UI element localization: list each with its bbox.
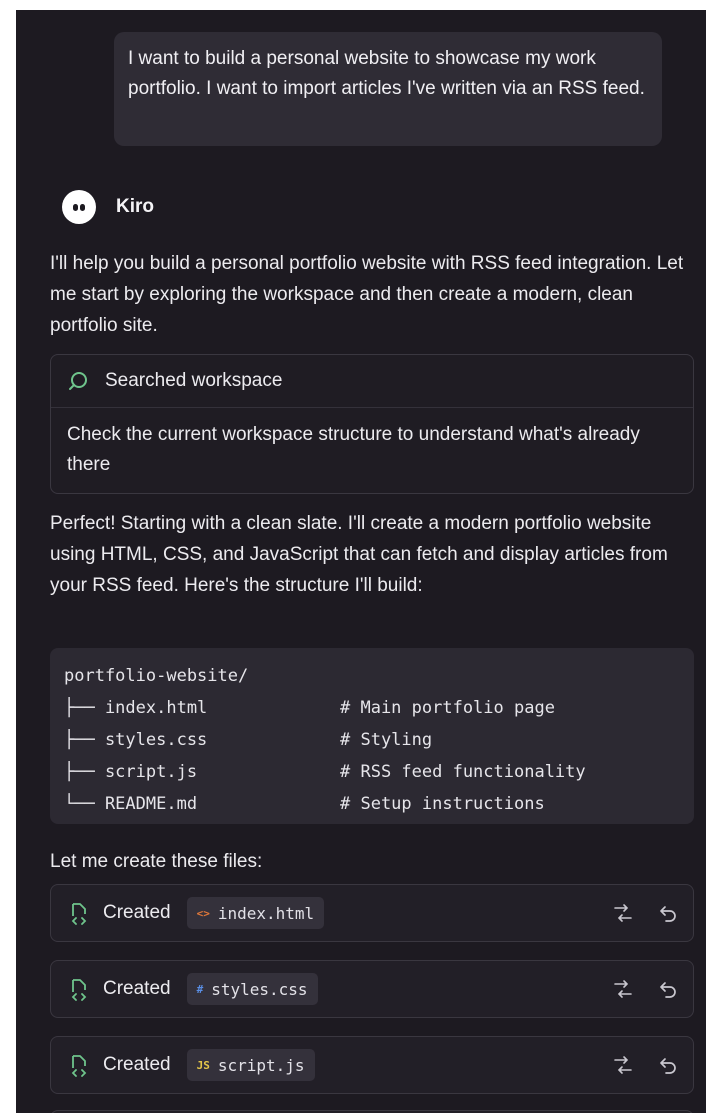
- compare-icon[interactable]: [611, 902, 635, 924]
- js-file-icon: JS: [196, 1058, 210, 1072]
- code-tree: ├── script.js: [64, 762, 198, 782]
- filename: script.js: [217, 1055, 305, 1075]
- code-root: portfolio-website/: [64, 666, 249, 686]
- filename: styles.css: [211, 979, 308, 999]
- code-row: ├── styles.css # Styling: [64, 724, 680, 756]
- code-tree: └── README.md: [64, 794, 198, 814]
- file-row-actions: [589, 961, 679, 1017]
- user-message-bubble: I want to build a personal website to sh…: [114, 32, 662, 146]
- code-tree: ├── styles.css: [64, 730, 208, 750]
- file-created-row[interactable]: Created JS script.js: [50, 1036, 694, 1094]
- filename: index.html: [217, 903, 315, 923]
- chat-panel: I want to build a personal website to sh…: [16, 10, 706, 1113]
- filename-chip[interactable]: # styles.css: [186, 973, 318, 1005]
- code-block: portfolio-website/ ├── index.html # Main p…: [50, 648, 694, 824]
- filename-chip[interactable]: <> index.html: [186, 897, 325, 929]
- search-card-header[interactable]: Searched workspace: [51, 355, 693, 408]
- html-file-icon: <>: [196, 906, 210, 920]
- undo-icon[interactable]: [657, 902, 679, 924]
- file-action-label: Created: [103, 902, 171, 923]
- search-card-body: Check the current workspace structure to…: [67, 424, 640, 475]
- code-row: ├── index.html # Main portfolio page: [64, 692, 680, 724]
- agent-intro-text: I'll help you build a personal portfolio…: [50, 253, 684, 336]
- search-icon: [69, 372, 87, 390]
- code-comment: # RSS feed functionality: [340, 762, 586, 782]
- kiro-avatar-icon: [62, 190, 96, 224]
- code-comment: # Setup instructions: [340, 794, 545, 814]
- agent-name: Kiro: [116, 196, 154, 217]
- undo-icon[interactable]: [657, 1054, 679, 1076]
- compare-icon[interactable]: [611, 978, 635, 1000]
- file-row-actions: [589, 1037, 679, 1093]
- file-action-label: Created: [103, 978, 171, 999]
- code-tree: ├── index.html: [64, 698, 208, 718]
- css-file-icon: #: [196, 982, 204, 996]
- file-row-actions: [589, 885, 679, 941]
- code-row: └── README.md # Setup instructions: [64, 788, 680, 820]
- code-row: ├── script.js # RSS feed functionality: [64, 756, 680, 788]
- filename-chip[interactable]: JS script.js: [186, 1049, 315, 1081]
- file-change-icon: [71, 1055, 87, 1077]
- file-change-icon: [71, 903, 87, 925]
- code-comment: # Styling: [340, 730, 433, 750]
- compare-icon[interactable]: [611, 1054, 635, 1076]
- file-action-label: Created: [103, 1054, 171, 1075]
- undo-icon[interactable]: [657, 978, 679, 1000]
- search-card-title: Searched workspace: [105, 370, 283, 391]
- file-change-icon: [71, 979, 87, 1001]
- create-files-text: Let me create these files:: [50, 851, 263, 872]
- user-message-text: I want to build a personal website to sh…: [128, 48, 645, 99]
- file-created-row[interactable]: Created <> index.html: [50, 884, 694, 942]
- plan-text: Perfect! Starting with a clean slate. I'…: [50, 513, 668, 596]
- file-created-row[interactable]: Created # styles.css: [50, 960, 694, 1018]
- code-comment: # Main portfolio page: [340, 698, 555, 718]
- agent-header: Kiro: [62, 188, 154, 226]
- searched-workspace-card[interactable]: Searched workspace Check the current wor…: [50, 354, 694, 494]
